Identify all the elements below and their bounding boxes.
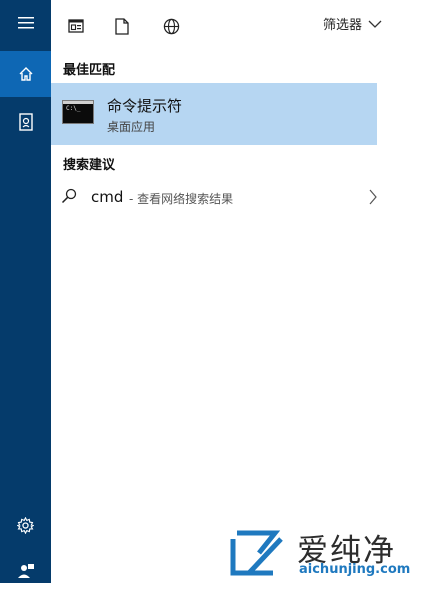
best-match-item[interactable]: C:\_ 命令提示符 桌面应用 (51, 83, 377, 145)
menu-button[interactable] (0, 0, 51, 46)
documents-filter-button[interactable] (109, 13, 135, 39)
suggestion-query: cmd (91, 188, 124, 206)
filter-dropdown[interactable]: 筛选器 (323, 14, 382, 33)
notebook-button[interactable] (0, 99, 51, 145)
chevron-right-icon[interactable] (369, 189, 377, 205)
feedback-button[interactable] (0, 548, 51, 594)
globe-icon (163, 18, 179, 34)
toolbar: 筛选器 (51, 0, 424, 52)
suggestion-description: - 查看网络搜索结果 (129, 192, 234, 206)
suggestions-heading: 搜索建议 (63, 158, 116, 173)
home-icon (19, 67, 32, 81)
best-match-subtitle: 桌面应用 (107, 120, 156, 134)
app-window-icon (68, 19, 84, 33)
best-match-name: 命令提示符 (107, 97, 183, 115)
web-filter-button[interactable] (158, 13, 184, 39)
sidebar (0, 0, 51, 583)
gear-icon (17, 516, 34, 534)
watermark-url: aichunjing.com (299, 562, 411, 577)
best-match-heading: 最佳匹配 (63, 63, 116, 78)
settings-button[interactable] (0, 502, 51, 548)
home-button[interactable] (0, 51, 51, 97)
feedback-icon (17, 564, 34, 578)
chevron-down-icon (368, 20, 382, 28)
hamburger-icon (17, 17, 34, 29)
suggestion-item[interactable]: cmd - 查看网络搜索结果 (51, 181, 377, 213)
apps-filter-button[interactable] (63, 13, 89, 39)
watermark: 爱纯净 aichunjing.com (229, 525, 419, 580)
search-icon (61, 188, 77, 204)
cmd-icon: C:\_ (62, 100, 94, 124)
filter-label: 筛选器 (322, 18, 362, 33)
watermark-logo-icon (230, 530, 283, 576)
notebook-icon (18, 113, 33, 131)
document-icon (115, 17, 129, 35)
